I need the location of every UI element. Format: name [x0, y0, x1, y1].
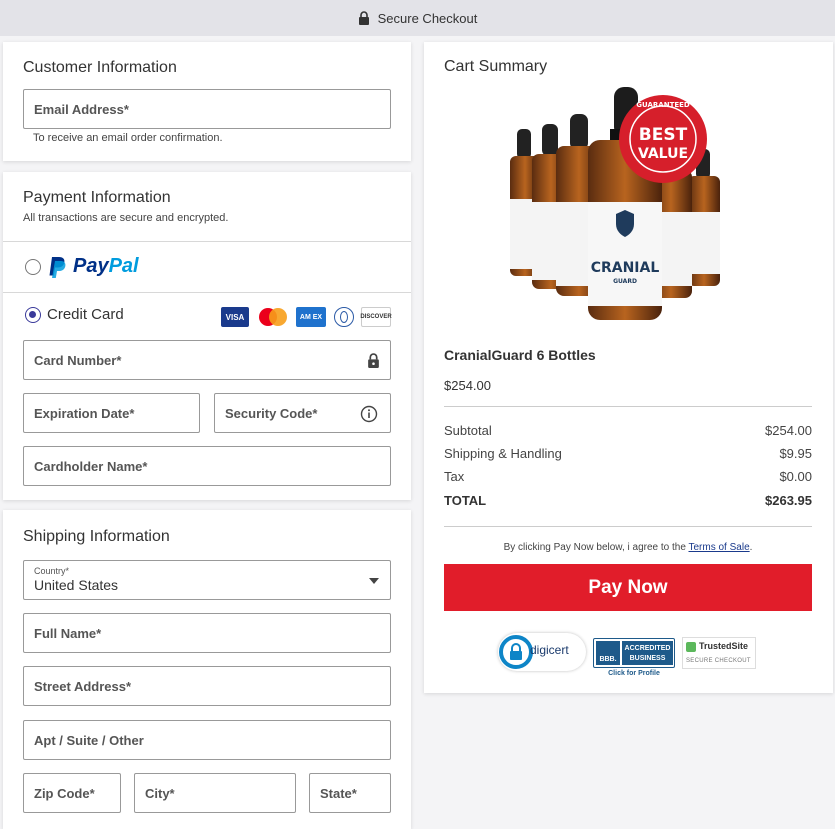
- expiration-date-placeholder: Expiration Date*: [34, 405, 135, 421]
- diners-logo: [334, 307, 354, 327]
- badge-line1: BEST: [639, 125, 688, 145]
- state-placeholder: State*: [320, 785, 357, 801]
- bbb-line1: ACCREDITED: [624, 645, 671, 652]
- cart-divider-top: [444, 406, 812, 407]
- discover-logo: DISCOVER: [360, 307, 392, 327]
- tax-row: Tax $0.00: [444, 469, 812, 484]
- lock-icon: [368, 353, 379, 368]
- trustedsite-name: TrustedSite: [699, 641, 749, 651]
- trustedsite-sub: SECURE CHECKOUT: [686, 658, 751, 664]
- secure-checkout-title: Secure Checkout: [377, 10, 478, 26]
- mastercard-circle-right: [269, 308, 287, 326]
- full-name-placeholder: Full Name*: [34, 625, 102, 641]
- shipping-label: Shipping & Handling: [444, 446, 562, 461]
- trustedsite-badge[interactable]: TrustedSite SECURE CHECKOUT: [682, 637, 756, 669]
- payment-divider-middle: [3, 292, 411, 293]
- digicert-badge[interactable]: digicert: [498, 633, 586, 671]
- customer-information-heading: Customer Information: [23, 59, 177, 76]
- bbb-mark-box: BBB.: [596, 641, 620, 665]
- expiration-date-field[interactable]: Expiration Date*: [23, 393, 200, 433]
- bottle-label: CRANIAL: [591, 260, 660, 276]
- total-row: TOTAL $263.95: [444, 493, 812, 508]
- product-name: CranialGuard 6 Bottles: [444, 347, 596, 363]
- subtotal-label: Subtotal: [444, 423, 492, 438]
- city-placeholder: City*: [145, 785, 175, 801]
- city-field[interactable]: City*: [134, 773, 296, 813]
- email-placeholder: Email Address*: [34, 101, 129, 117]
- visa-logo: VISA: [221, 307, 249, 327]
- total-label: TOTAL: [444, 493, 487, 508]
- badge-top-text: GUARANTEED: [636, 101, 690, 109]
- lock-icon: [358, 11, 369, 25]
- credit-card-label: Credit Card: [47, 306, 124, 323]
- shipping-information-heading: Shipping Information: [23, 528, 170, 545]
- secure-checkout-bar: Secure Checkout: [0, 0, 835, 36]
- credit-card-radio[interactable]: [25, 307, 41, 323]
- bbb-mark: BBB.: [599, 656, 617, 663]
- country-label: Country*: [34, 566, 70, 576]
- full-name-field[interactable]: Full Name*: [23, 613, 391, 653]
- total-value: $263.95: [765, 493, 812, 508]
- bbb-line2: BUSINESS: [629, 655, 666, 662]
- paypal-option[interactable]: PayPal: [3, 242, 411, 292]
- security-code-field[interactable]: Security Code*: [214, 393, 391, 433]
- product-price: $254.00: [444, 378, 491, 393]
- subtotal-row: Subtotal $254.00: [444, 423, 812, 438]
- mastercard-logo: [258, 307, 288, 327]
- terms-notice: By clicking Pay Now below, i agree to th…: [444, 542, 812, 553]
- tax-label: Tax: [444, 469, 465, 484]
- best-value-badge: GUARANTEED BEST VALUE: [619, 95, 707, 183]
- digicert-text: digicert: [530, 643, 569, 657]
- paypal-icon: [49, 257, 66, 278]
- country-value: United States: [34, 577, 119, 593]
- card-number-field[interactable]: Card Number*: [23, 340, 391, 380]
- terms-prefix: By clicking Pay Now below, i agree to th…: [503, 542, 689, 553]
- badge-line2: VALUE: [638, 146, 688, 162]
- cardholder-name-field[interactable]: Cardholder Name*: [23, 446, 391, 486]
- chevron-down-icon: [369, 578, 379, 584]
- shipping-value: $9.95: [779, 446, 812, 461]
- email-hint: To receive an email order confirmation.: [33, 132, 223, 144]
- apt-suite-field[interactable]: Apt / Suite / Other: [23, 720, 391, 760]
- pay-now-button[interactable]: Pay Now: [444, 564, 812, 611]
- payment-information-heading: Payment Information: [23, 189, 171, 206]
- info-icon[interactable]: [360, 405, 378, 423]
- card-number-placeholder: Card Number*: [34, 352, 122, 368]
- digicert-lock-icon: [499, 635, 533, 669]
- subtotal-value: $254.00: [765, 423, 812, 438]
- cart-divider-bottom: [444, 526, 812, 527]
- paypal-label-pal: Pal: [108, 255, 139, 277]
- payment-subheading: All transactions are secure and encrypte…: [23, 212, 229, 224]
- country-select[interactable]: Country* United States: [23, 560, 391, 600]
- email-field[interactable]: Email Address*: [23, 89, 391, 129]
- zip-code-field[interactable]: Zip Code*: [23, 773, 121, 813]
- security-code-placeholder: Security Code*: [225, 405, 318, 421]
- terms-of-sale-link[interactable]: Terms of Sale: [689, 542, 750, 553]
- apt-suite-placeholder: Apt / Suite / Other: [34, 732, 144, 748]
- tax-value: $0.00: [779, 469, 812, 484]
- paypal-label-pay: Pay: [73, 255, 109, 277]
- paypal-radio[interactable]: [25, 259, 41, 275]
- shipping-row: Shipping & Handling $9.95: [444, 446, 812, 461]
- terms-suffix: .: [749, 542, 753, 553]
- state-field[interactable]: State*: [309, 773, 391, 813]
- product-image: CRANIAL GUARD GUARANTEED BEST VALUE: [510, 87, 720, 320]
- cardholder-name-placeholder: Cardholder Name*: [34, 458, 148, 474]
- check-icon: [686, 642, 696, 652]
- paypal-label: PayPal: [73, 255, 139, 278]
- bbb-text-box: ACCREDITED BUSINESS: [622, 641, 673, 665]
- diners-inner: [340, 311, 348, 323]
- bbb-click-text[interactable]: Click for Profile: [593, 670, 675, 677]
- cart-summary-heading: Cart Summary: [444, 58, 548, 75]
- amex-logo: AM EX: [296, 307, 326, 327]
- street-address-placeholder: Street Address*: [34, 678, 132, 694]
- bbb-badge[interactable]: BBB. ACCREDITED BUSINESS: [593, 638, 675, 668]
- street-address-field[interactable]: Street Address*: [23, 666, 391, 706]
- bottle-sublabel: GUARD: [613, 278, 637, 285]
- zip-code-placeholder: Zip Code*: [34, 785, 95, 801]
